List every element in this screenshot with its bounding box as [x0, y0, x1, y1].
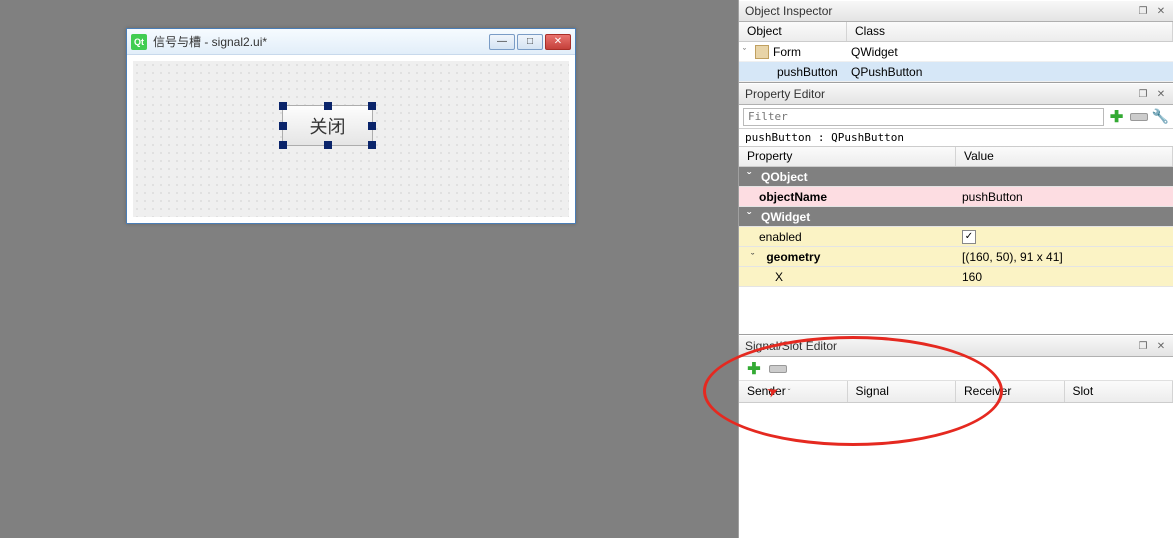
column-property[interactable]: Property — [739, 147, 956, 166]
resize-handle-tl[interactable] — [279, 102, 287, 110]
resize-handle-mr[interactable] — [368, 122, 376, 130]
push-button-widget[interactable]: 关闭 — [282, 105, 373, 146]
signal-slot-columns[interactable]: Senderˇ Signal Receiver Slot — [739, 381, 1173, 403]
column-object[interactable]: Object — [739, 22, 847, 41]
column-signal[interactable]: Signal — [848, 381, 957, 402]
column-receiver[interactable]: Receiver — [956, 381, 1065, 402]
signal-slot-toolbar: ✚ — [739, 357, 1173, 381]
column-class[interactable]: Class — [847, 22, 1173, 41]
prop-row-geometry[interactable]: ˇ geometry [(160, 50), 91 x 41] — [739, 247, 1173, 267]
tree-row-pushbutton[interactable]: pushButton QPushButton — [739, 62, 1173, 82]
column-sender[interactable]: Senderˇ — [739, 381, 848, 402]
resize-handle-bm[interactable] — [324, 141, 332, 149]
tree-item-class: QPushButton — [847, 65, 1173, 79]
section-qobject[interactable]: ˇQObject — [739, 167, 1173, 187]
prop-label: X — [775, 270, 783, 284]
resize-handle-tr[interactable] — [368, 102, 376, 110]
close-panel-icon[interactable]: ✕ — [1155, 88, 1167, 100]
prop-label: geometry — [766, 250, 820, 264]
design-canvas[interactable]: Qt 信号与槽 - signal2.ui* — □ ✕ 关闭 — [0, 0, 738, 538]
prop-row-enabled[interactable]: enabled ✓ — [739, 227, 1173, 247]
chevron-down-icon[interactable]: ˇ — [747, 170, 761, 184]
resize-handle-br[interactable] — [368, 141, 376, 149]
resize-handle-bl[interactable] — [279, 141, 287, 149]
prop-value[interactable]: pushButton — [956, 190, 1173, 204]
resize-handle-tm[interactable] — [324, 102, 332, 110]
resize-handle-ml[interactable] — [279, 122, 287, 130]
section-qwidget[interactable]: ˇQWidget — [739, 207, 1173, 227]
signal-slot-editor-body: ✚ Senderˇ Signal Receiver Slot ➤ — [739, 357, 1173, 538]
undock-icon[interactable]: ❐ — [1137, 5, 1149, 17]
tree-item-class: QWidget — [847, 45, 1173, 59]
minimize-button[interactable]: — — [489, 34, 515, 50]
signal-slot-list[interactable] — [739, 403, 1173, 538]
object-inspector-header[interactable]: Object Inspector ❐ ✕ — [739, 0, 1173, 22]
remove-connection-button[interactable] — [769, 365, 787, 373]
close-panel-icon[interactable]: ✕ — [1155, 5, 1167, 17]
prop-label: enabled — [759, 230, 802, 244]
signal-slot-editor-title: Signal/Slot Editor — [745, 339, 837, 353]
right-dock-panels: Object Inspector ❐ ✕ Object Class ˇ Form… — [738, 0, 1173, 538]
close-button[interactable]: ✕ — [545, 34, 571, 50]
push-button-label: 关闭 — [310, 113, 346, 139]
undock-icon[interactable]: ❐ — [1137, 88, 1149, 100]
tree-row-form[interactable]: ˇ Form QWidget — [739, 42, 1173, 62]
maximize-button[interactable]: □ — [517, 34, 543, 50]
filter-input[interactable] — [743, 108, 1104, 126]
prop-row-objectname[interactable]: objectName pushButton — [739, 187, 1173, 207]
property-columns[interactable]: Property Value — [739, 147, 1173, 167]
tree-item-label: Form — [773, 45, 801, 59]
design-form-surface[interactable]: 关闭 — [127, 55, 575, 223]
qt-icon: Qt — [131, 34, 147, 50]
add-connection-button[interactable]: ✚ — [745, 360, 763, 378]
object-inspector-title: Object Inspector — [745, 4, 832, 18]
enabled-checkbox[interactable]: ✓ — [962, 230, 976, 244]
form-icon — [755, 45, 769, 59]
chevron-down-icon[interactable]: ˇ — [747, 210, 761, 224]
prop-value[interactable]: 160 — [956, 270, 1173, 284]
object-inspector-body[interactable]: Object Class ˇ Form QWidget pushButton Q… — [739, 22, 1173, 83]
sort-indicator-icon: ˇ — [788, 388, 791, 397]
property-editor-title: Property Editor — [745, 87, 825, 101]
add-property-button[interactable]: ✚ — [1108, 108, 1126, 126]
expander-icon[interactable]: ˇ — [743, 47, 755, 57]
property-editor-header[interactable]: Property Editor ❐ ✕ — [739, 83, 1173, 105]
prop-row-x[interactable]: X 160 — [739, 267, 1173, 287]
selected-object-label: pushButton : QPushButton — [739, 129, 1173, 147]
design-window-title: 信号与槽 - signal2.ui* — [153, 33, 267, 50]
property-editor-body: ✚ 🔧 pushButton : QPushButton Property Va… — [739, 105, 1173, 335]
settings-icon[interactable]: 🔧 — [1152, 108, 1169, 125]
prop-value[interactable]: [(160, 50), 91 x 41] — [956, 250, 1173, 264]
column-value[interactable]: Value — [956, 147, 1173, 166]
design-window: Qt 信号与槽 - signal2.ui* — □ ✕ 关闭 — [126, 28, 576, 224]
remove-property-button[interactable] — [1130, 113, 1148, 121]
object-inspector-columns[interactable]: Object Class — [739, 22, 1173, 42]
signal-slot-editor-header[interactable]: Signal/Slot Editor ❐ ✕ — [739, 335, 1173, 357]
design-window-titlebar[interactable]: Qt 信号与槽 - signal2.ui* — □ ✕ — [127, 29, 575, 55]
close-panel-icon[interactable]: ✕ — [1155, 340, 1167, 352]
chevron-down-icon[interactable]: ˇ — [751, 252, 763, 262]
tree-item-label: pushButton — [777, 65, 838, 79]
property-filter-bar: ✚ 🔧 — [739, 105, 1173, 129]
prop-label: objectName — [759, 190, 827, 204]
column-slot[interactable]: Slot — [1065, 381, 1173, 402]
undock-icon[interactable]: ❐ — [1137, 340, 1149, 352]
